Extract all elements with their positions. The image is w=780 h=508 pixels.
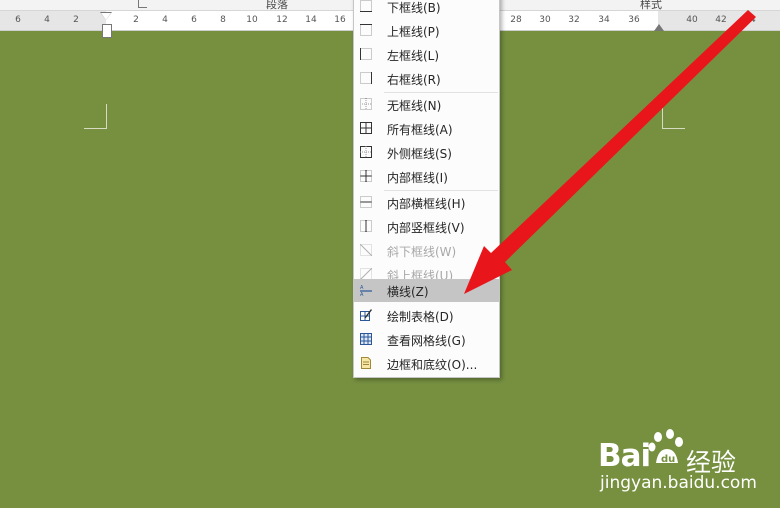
- baidu-logo-text: Bai: [598, 438, 651, 474]
- baidu-paw-icon: du: [648, 429, 683, 465]
- watermark-url: jingyan.baidu.com: [600, 473, 757, 493]
- svg-text:du: du: [661, 454, 675, 465]
